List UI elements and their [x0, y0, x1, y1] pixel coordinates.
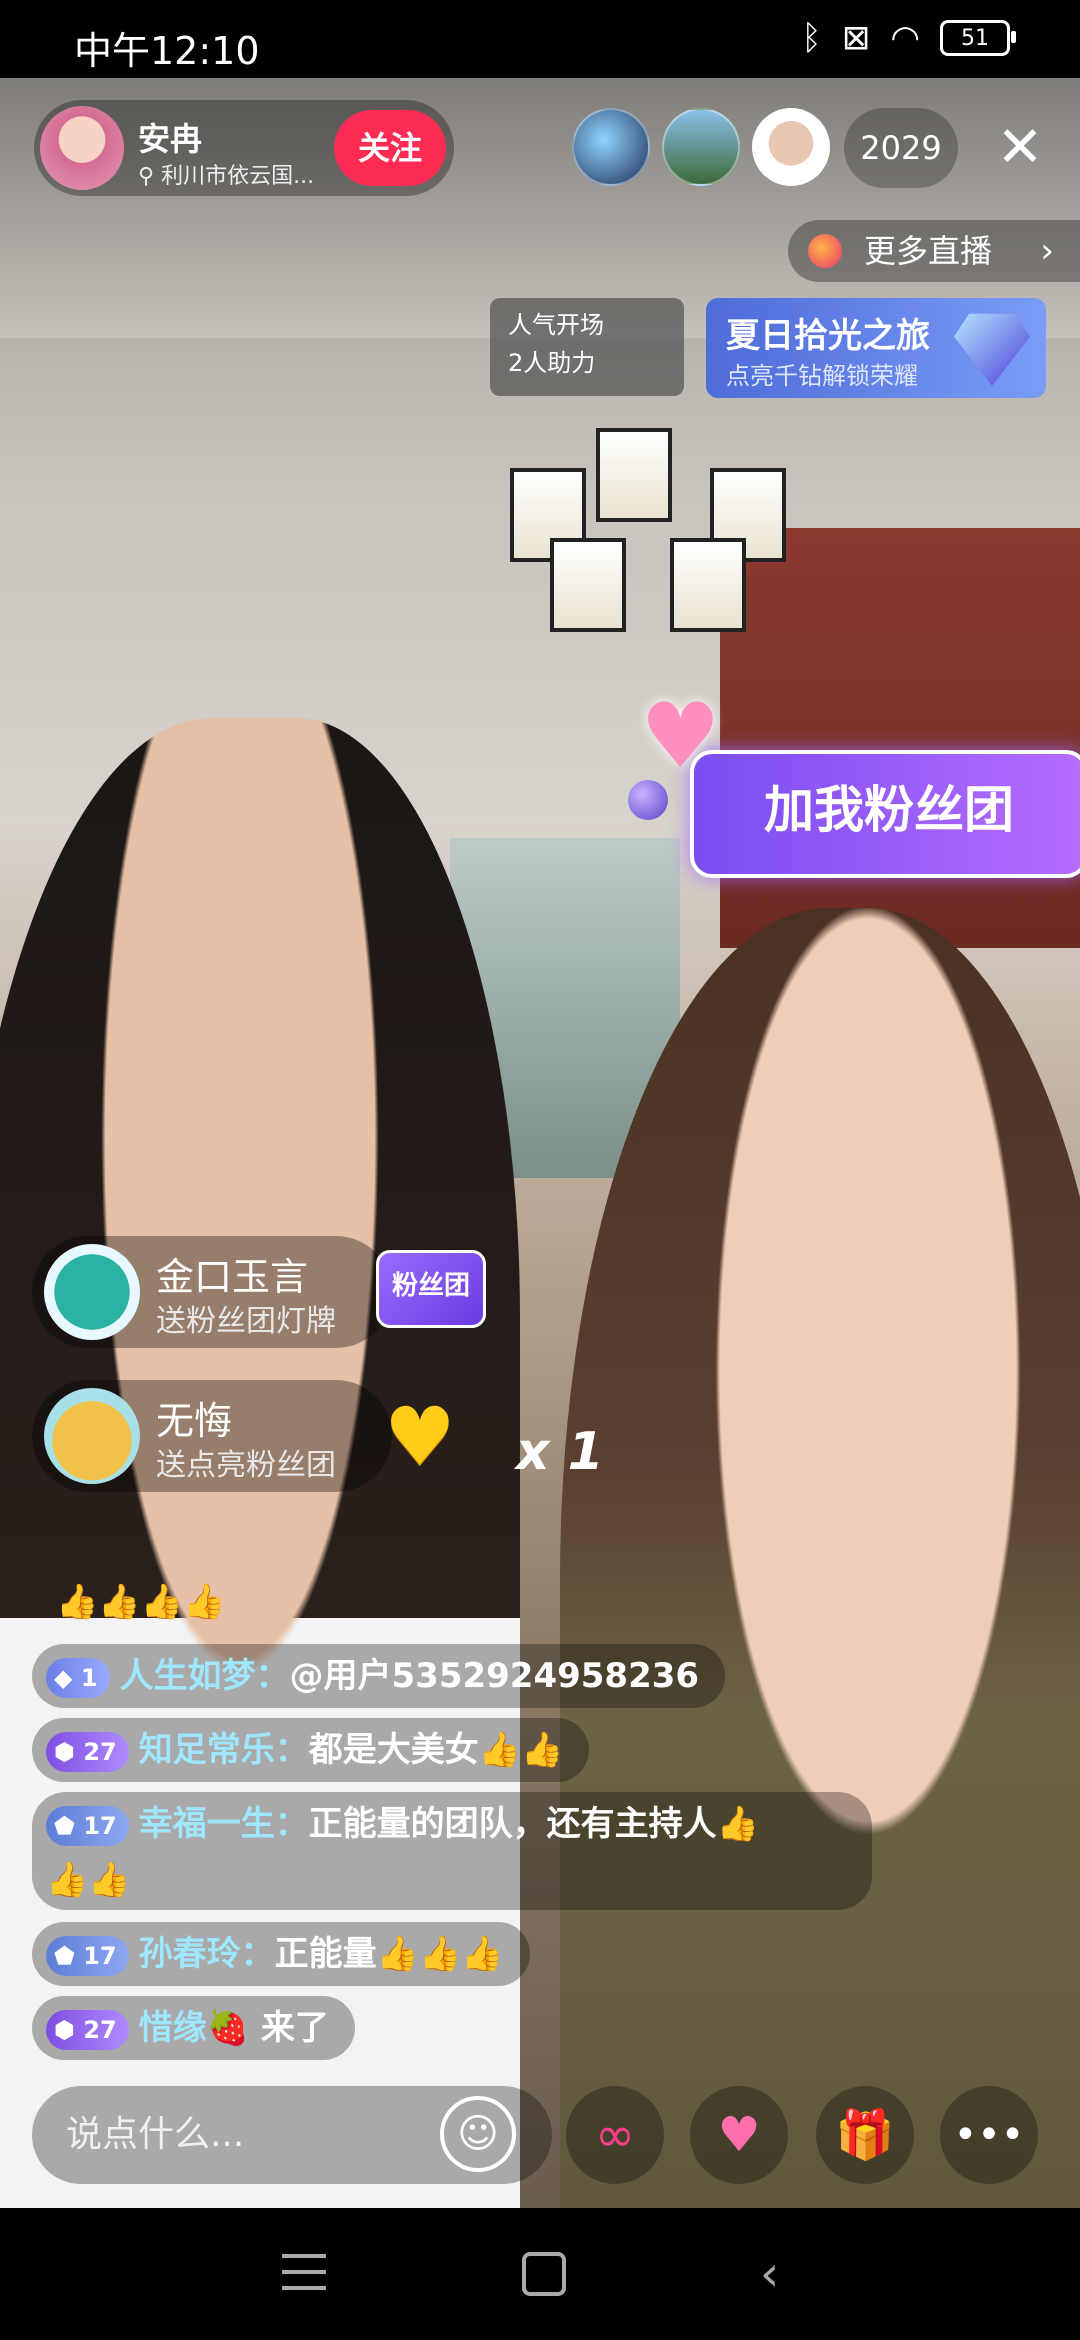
status-icons: ᛒ ⊠ ◠ 51: [801, 18, 1016, 58]
level-number: 17: [83, 1811, 117, 1840]
chat-text: 来了: [249, 2008, 329, 2048]
popularity-line1: 人气开场: [508, 311, 604, 339]
chat-message[interactable]: ⬢ 27 惜缘🍓 来了: [32, 1996, 355, 2060]
host-name: 安冉: [138, 120, 203, 158]
chat-username[interactable]: 知足常乐：: [139, 1730, 309, 1770]
fan-club-badge-gift: 粉丝团: [376, 1250, 486, 1328]
avatar[interactable]: [44, 1388, 140, 1484]
level-badge: ⬟ 17: [46, 1935, 129, 1976]
link-icon[interactable]: ∞: [566, 2086, 664, 2184]
level-badge: ◆ 1: [46, 1657, 110, 1698]
battery-icon: 51: [940, 20, 1016, 56]
viewer-avatar[interactable]: [752, 108, 830, 186]
event-subtitle: 点亮千钻解锁荣耀: [726, 362, 918, 390]
sim-off-icon: ⊠: [841, 18, 871, 58]
home-icon[interactable]: [522, 2252, 566, 2296]
gift-combo-count: x 1: [516, 1422, 604, 1482]
lamp: [596, 428, 672, 522]
join-fan-club-sticker[interactable]: 加我粉丝团: [690, 750, 1080, 878]
location-pin-icon: ⚲: [138, 164, 162, 189]
host-avatar[interactable]: [40, 106, 124, 190]
emoji-icon[interactable]: ☺: [440, 2096, 516, 2172]
gift-sender: 无悔: [156, 1399, 233, 1443]
level-badge: ⬢ 27: [46, 1731, 129, 1772]
level-badge: ⬟ 17: [46, 1805, 129, 1846]
level-badge: ⬢ 27: [46, 2009, 129, 2050]
gift-notification: 金口玉言 送粉丝团灯牌: [32, 1236, 392, 1348]
chat-message[interactable]: ⬟ 17 孙春玲：正能量👍👍👍: [32, 1922, 530, 1986]
viewer-avatar[interactable]: [572, 108, 650, 186]
chat-username[interactable]: 孙春玲：: [139, 1934, 275, 1974]
more-live-button[interactable]: 更多直播 ›: [788, 220, 1080, 282]
lamp: [550, 538, 626, 632]
gold-heart-gift-icon: ♥: [384, 1390, 456, 1483]
close-icon[interactable]: ✕: [984, 112, 1056, 184]
fan-heart-icon[interactable]: ♥: [690, 2086, 788, 2184]
planet-icon: [808, 234, 842, 268]
level-number: 27: [83, 2015, 117, 2044]
chat-message[interactable]: ◆ 1 人生如梦：@用户5352924958236: [32, 1644, 726, 1708]
bluetooth-icon: ᛒ: [801, 18, 822, 58]
status-time: 中午12:10: [74, 29, 260, 73]
chat-username[interactable]: 人生如梦：: [120, 1656, 290, 1696]
follow-button[interactable]: 关注: [334, 110, 446, 186]
chat-text: 都是大美女👍👍: [308, 1730, 564, 1770]
event-banner[interactable]: 夏日拾光之旅 点亮千钻解锁荣耀: [706, 298, 1046, 398]
level-number: 17: [83, 1941, 117, 1970]
battery-level: 51: [961, 25, 989, 51]
chat-message[interactable]: ⬟ 17 幸福一生：正能量的团队，还有主持人👍 👍👍: [32, 1792, 872, 1910]
host-location-text: 利川市依云国...: [161, 164, 315, 189]
bottom-toolbar: 说点什么... ☺ ∞ ♥ 🎁 •••: [0, 2080, 1080, 2190]
chat-username[interactable]: 幸福一生：: [139, 1804, 309, 1844]
gift-notification: 无悔 送点亮粉丝团: [32, 1380, 392, 1492]
heart-icon: ♥: [640, 684, 721, 789]
back-icon[interactable]: ‹: [760, 2246, 779, 2302]
viewer-avatars[interactable]: [572, 108, 830, 186]
chat-text: 正能量的团队，还有主持人👍: [308, 1804, 759, 1844]
host-location: ⚲ 利川市依云国...: [138, 158, 314, 190]
popularity-line2: 2人助力: [508, 349, 596, 377]
live-stream-screen: 中午12:10 ᛒ ⊠ ◠ 51 安冉 ⚲ 利川市依云国... 关注 2029 …: [0, 0, 1080, 2340]
chat-username[interactable]: 惜缘🍓: [139, 2008, 249, 2048]
event-title: 夏日拾光之旅: [726, 316, 930, 356]
more-icon[interactable]: •••: [940, 2086, 1038, 2184]
level-number: 27: [83, 1737, 117, 1766]
gift-description: 送点亮粉丝团: [156, 1448, 336, 1483]
level-number: 1: [80, 1663, 98, 1692]
menu-icon[interactable]: [282, 2254, 326, 2290]
gift-description: 送粉丝团灯牌: [156, 1304, 336, 1339]
system-nav-bar: ‹: [0, 2208, 1080, 2340]
gift-icon[interactable]: 🎁: [816, 2086, 914, 2184]
gift-sender: 金口玉言: [156, 1255, 309, 1299]
host-info[interactable]: 安冉 ⚲ 利川市依云国... 关注: [34, 100, 454, 196]
wifi-icon: ◠: [890, 18, 920, 58]
chat-text: 正能量👍👍👍: [274, 1934, 504, 1974]
viewer-avatar[interactable]: [662, 108, 740, 186]
chat-text-continued: 👍👍: [46, 1860, 131, 1900]
thumbs-row: 👍👍👍👍: [56, 1582, 226, 1622]
lamp: [670, 538, 746, 632]
popularity-box[interactable]: 人气开场 2人助力: [490, 298, 684, 396]
chat-text: @用户5352924958236: [289, 1656, 700, 1696]
avatar[interactable]: [44, 1244, 140, 1340]
diamond-icon: [954, 313, 1030, 386]
viewer-count[interactable]: 2029: [844, 108, 958, 188]
status-bar: 中午12:10 ᛒ ⊠ ◠ 51: [0, 0, 1080, 78]
chevron-right-icon: ›: [1040, 231, 1054, 271]
chat-message[interactable]: ⬢ 27 知足常乐：都是大美女👍👍: [32, 1718, 590, 1782]
more-live-label: 更多直播: [864, 232, 993, 270]
